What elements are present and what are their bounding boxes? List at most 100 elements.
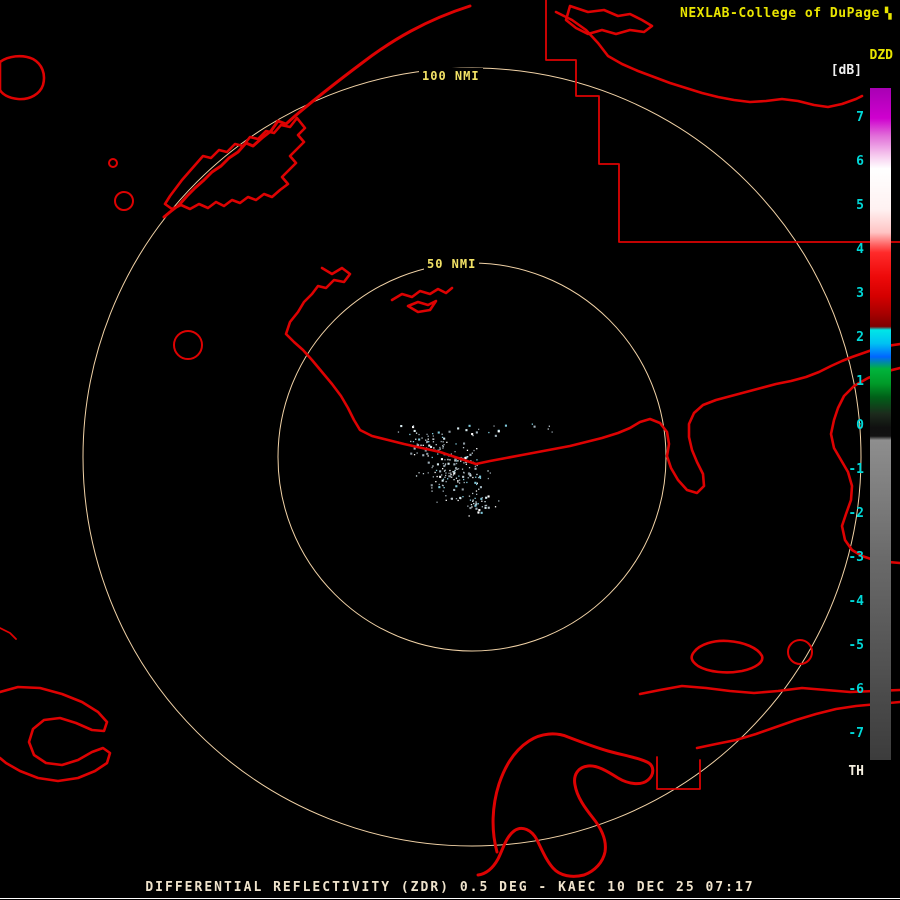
islet-circle-1 xyxy=(114,191,134,211)
islet-circle-2 xyxy=(173,330,203,360)
radar-echo-pixel xyxy=(455,485,458,488)
radar-echo-pixel xyxy=(437,431,440,434)
radar-echo-pixel xyxy=(476,483,478,486)
radar-echo-pixel xyxy=(449,469,451,472)
radar-echo-pixel xyxy=(458,479,461,481)
radar-echo-pixel xyxy=(439,446,441,449)
radar-echo-pixel xyxy=(469,507,472,510)
radar-echo-pixel xyxy=(481,497,483,499)
radar-echo-pixel xyxy=(428,441,430,443)
cod-logo-icon: ▚ xyxy=(884,7,892,20)
radar-echo-pixel xyxy=(464,456,467,459)
radar-echo-pixel xyxy=(453,471,455,473)
radar-echo-pixel xyxy=(481,500,483,502)
radar-echo-pixel xyxy=(504,424,507,427)
radar-echo-pixel xyxy=(438,486,441,489)
radar-echo-pixel xyxy=(441,479,444,482)
radar-echo-pixel xyxy=(465,429,468,432)
radar-echo-pixel xyxy=(448,430,451,433)
radar-echo-pixel xyxy=(444,476,446,478)
radar-echo-pixel xyxy=(410,452,413,455)
radar-echo-pixel xyxy=(475,501,477,503)
radar-echo-pixel xyxy=(462,475,465,478)
radar-echo-pixel xyxy=(468,467,471,469)
radar-echo-pixel xyxy=(476,459,478,461)
radar-echo-pixel xyxy=(427,455,429,457)
radar-echo-pixel xyxy=(415,432,418,434)
radar-echo-pixel xyxy=(443,444,445,446)
radar-echo-pixel xyxy=(413,429,416,432)
radar-echo-pixel xyxy=(418,433,420,436)
radar-echo-pixel xyxy=(467,505,469,507)
radar-echo-pixel xyxy=(484,501,486,503)
radar-echo-pixel xyxy=(427,472,429,474)
radar-echo-pixel xyxy=(434,471,436,474)
radar-echo-pixel xyxy=(437,453,439,455)
radar-echo-pixel xyxy=(478,509,481,512)
radar-echo-pixel xyxy=(420,444,422,446)
radar-echo-pixel xyxy=(455,467,458,470)
radar-echo-pixel xyxy=(426,441,428,444)
radar-echo-pixel xyxy=(433,447,435,449)
radar-echo-pixel xyxy=(455,477,458,479)
radar-echo-pixel xyxy=(432,441,435,443)
radar-echo-pixel xyxy=(450,474,452,476)
radar-echo-pixel xyxy=(445,472,447,474)
radar-echo-pixel xyxy=(457,460,459,462)
coastline-left-edge-tick xyxy=(0,627,17,640)
islet-circle-4 xyxy=(108,158,118,168)
colorbar-tick--1: -1 xyxy=(848,462,864,477)
boundary-staircase-south xyxy=(656,756,701,790)
radar-echo-pixel xyxy=(453,479,455,481)
radar-echo-pixel xyxy=(478,428,480,430)
radar-echo-pixel xyxy=(457,480,459,482)
colorbar-tick--7: -7 xyxy=(848,726,864,741)
island-southeast xyxy=(690,639,764,674)
product-caption: DIFFERENTIAL REFLECTIVITY (ZDR) 0.5 DEG … xyxy=(145,880,755,895)
radar-echo-pixel xyxy=(468,515,470,517)
radar-echo-pixel xyxy=(462,447,465,449)
radar-echo-pixel xyxy=(468,424,471,427)
radar-echo-pixel xyxy=(413,454,416,456)
radar-echo-pixel xyxy=(474,481,477,484)
radar-echo-pixel xyxy=(439,470,442,473)
radar-echo-pixel xyxy=(443,437,446,440)
colorbar-tick-1: 1 xyxy=(856,374,864,389)
radar-echo-pixel xyxy=(446,441,448,443)
radar-display: 100 NMI 50 NMI NEXLAB-College of DuPage ▚… xyxy=(0,0,900,900)
colorbar-tick-2: 2 xyxy=(856,330,864,345)
radar-echo-pixel xyxy=(469,473,471,475)
radar-echo-pixel xyxy=(487,495,490,498)
colorbar-tick-3: 3 xyxy=(856,286,864,301)
radar-echo-pixel xyxy=(444,463,447,465)
radar-echo-pixel xyxy=(418,438,421,441)
radar-echo-pixel xyxy=(476,473,478,476)
radar-echo-pixel xyxy=(442,447,444,449)
radar-echo-pixel xyxy=(436,475,438,478)
radar-echo-pixel xyxy=(448,475,451,478)
radar-echo-pixel xyxy=(428,444,431,447)
coastline-arc-northwest xyxy=(162,4,472,219)
radar-echo-pixel xyxy=(484,506,487,509)
radar-echo-pixel xyxy=(441,474,443,476)
radar-echo-pixel xyxy=(454,469,456,471)
radar-echo-pixel xyxy=(442,468,444,470)
radar-echo-pixel xyxy=(548,425,550,427)
radar-echo-pixel xyxy=(485,504,488,507)
radar-echo-pixel xyxy=(493,425,495,427)
radar-echo-pixel xyxy=(473,502,475,505)
radar-echo-pixel xyxy=(472,499,474,501)
radar-echo-pixel xyxy=(442,441,444,443)
radar-echo-pixel xyxy=(494,434,497,437)
radar-echo-pixel xyxy=(435,444,437,446)
radar-echo-pixel xyxy=(475,476,477,478)
radar-echo-pixel xyxy=(460,460,462,462)
colorbar-threshold-label: TH xyxy=(848,764,864,779)
radar-echo-pixel xyxy=(461,488,464,491)
radar-echo-pixel xyxy=(427,435,429,437)
radar-echo-pixel xyxy=(445,495,447,497)
radar-echo-pixel xyxy=(487,470,489,472)
radar-echo-pixel xyxy=(458,482,461,484)
radar-echo-pixel xyxy=(454,451,456,453)
radar-echo-pixel xyxy=(453,488,456,491)
